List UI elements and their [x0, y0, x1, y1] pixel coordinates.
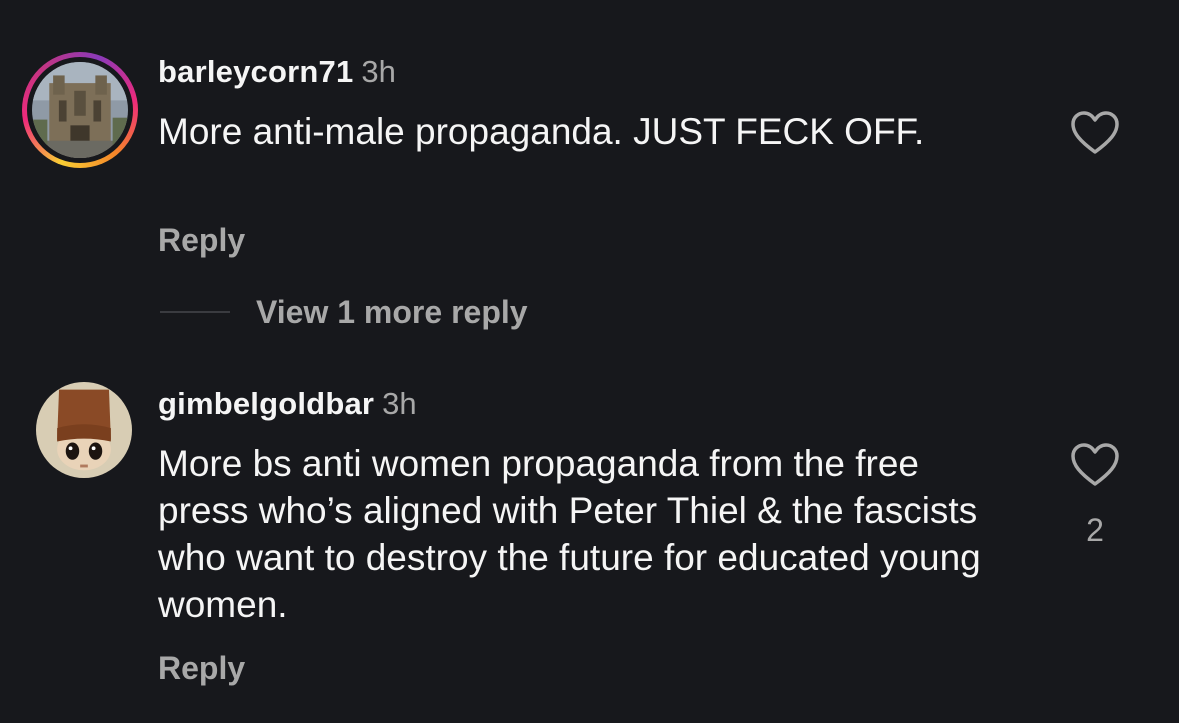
heart-icon[interactable]: [1070, 442, 1120, 488]
avatar[interactable]: [36, 382, 132, 478]
username[interactable]: gimbelgoldbar: [158, 386, 374, 421]
reply-button[interactable]: Reply: [158, 650, 245, 687]
timestamp: 3h: [382, 386, 417, 421]
comment-header: gimbelgoldbar 3h: [158, 386, 417, 422]
like-count: 2: [1086, 512, 1104, 548]
doll-avatar-icon: [36, 382, 132, 478]
comment-text: More bs anti women propaganda from the f…: [158, 443, 981, 625]
comment-item: gimbelgoldbar 3h More bs anti women propa…: [0, 0, 1179, 723]
